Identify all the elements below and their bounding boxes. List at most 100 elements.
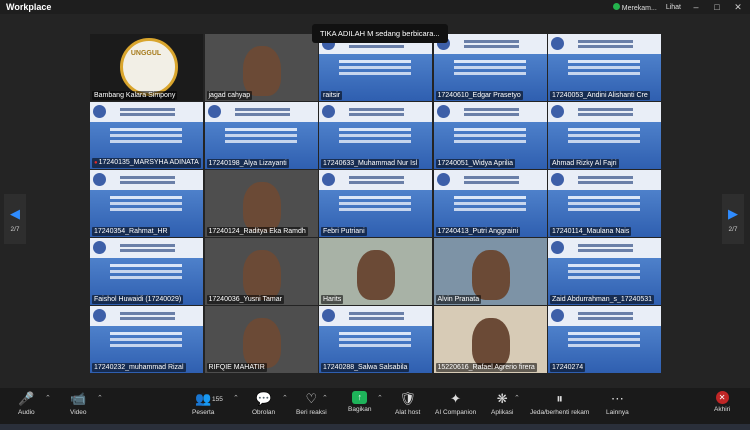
recording-dot-icon [612, 2, 620, 10]
participant-tile[interactable]: 17240288_Salwa Salsabila [319, 306, 432, 373]
participant-tile[interactable]: UNGGUL Bambang Kalara Simpony [90, 34, 203, 101]
participant-name-text: 17240124_Raditya Eka Ramdh [208, 228, 306, 235]
chevron-right-icon: ▶ [728, 205, 738, 221]
video-options-chevron-icon[interactable]: ⌃ [97, 394, 103, 402]
participant-tile[interactable]: 17240114_Maulana Nais [548, 170, 661, 237]
participant-tile[interactable]: 15220616_Rafael Agrerio firera [433, 306, 547, 373]
slide-text-lines [453, 60, 526, 63]
apps-options-chevron-icon[interactable]: ⌃ [514, 394, 520, 402]
next-page-button[interactable]: ▶ 2/7 [722, 194, 744, 244]
ai-companion-button[interactable]: ✦ AI Companion [435, 391, 476, 416]
host-tools-button[interactable]: 🛡 Alat host [395, 391, 420, 416]
participant-tile[interactable]: 17240274 [548, 306, 661, 373]
participant-name: 17240274 [550, 363, 586, 372]
participant-tile[interactable]: 17240610_Edgar Prasetyo [433, 34, 547, 101]
participants-options-chevron-icon[interactable]: ⌃ [233, 394, 239, 402]
slide-text-lines [568, 128, 640, 131]
participant-tile[interactable]: Faishol Huwaidi (17240029) [90, 238, 203, 305]
prev-page-button[interactable]: ◀ 2/7 [4, 194, 26, 244]
camera-icon: 📹 [70, 391, 87, 406]
ai-companion-label: AI Companion [435, 409, 477, 416]
chat-button[interactable]: 💬 Obrolan [252, 391, 275, 416]
participants-label: Peserta [192, 409, 215, 416]
end-meeting-button[interactable]: ✕ Akhiri [714, 391, 730, 413]
participant-video-figure [242, 250, 281, 300]
participant-name-text: jagad cahyap [208, 92, 251, 99]
slide-header [548, 170, 661, 190]
participant-tile[interactable]: 17240198_Alya Lizayanti [204, 102, 318, 169]
participant-tile[interactable]: 17240633_Muhammad Nur Isl [319, 102, 432, 169]
participant-tile[interactable]: Harits [319, 238, 432, 305]
participant-tile[interactable]: RIFQIE MAHATIR [204, 306, 318, 373]
participant-video-figure [471, 250, 510, 300]
participant-video-figure [242, 182, 281, 232]
slide-text-lines [568, 264, 640, 267]
share-label: Bagikan [348, 406, 372, 413]
slide-header [433, 102, 547, 122]
active-speaker-banner: TIKA ADILAH M sedang berbicara... [312, 24, 448, 43]
audio-options-chevron-icon[interactable]: ⌃ [45, 394, 51, 402]
slide-text-lines [339, 60, 411, 63]
participant-tile[interactable]: 17240036_Yusni Tamar [204, 238, 318, 305]
slide-text-lines [453, 128, 526, 131]
minimize-icon[interactable]: – [690, 2, 702, 12]
participant-name-text: 17240413_Putri Anggraini [437, 228, 519, 235]
apps-icon: ❋ [496, 391, 508, 406]
participant-name: Harits [321, 295, 344, 304]
participant-name-text: Harits [323, 296, 342, 303]
participants-button[interactable]: 👥 Peserta [192, 391, 214, 416]
participant-tile[interactable]: Febri Putriani [319, 170, 432, 237]
participant-name-text: 17240135_MARSYHA ADINATA [98, 159, 199, 166]
people-icon: 👥 [195, 391, 212, 406]
chat-options-chevron-icon[interactable]: ⌃ [282, 394, 288, 402]
participant-tile[interactable]: 17240051_Widya Aprilia [433, 102, 547, 169]
video-button[interactable]: 📹 Video [70, 391, 87, 416]
reactions-options-chevron-icon[interactable]: ⌃ [322, 394, 328, 402]
participant-name-text: Alvin Pranata [437, 296, 480, 303]
participant-tile[interactable]: 17240413_Putri Anggraini [433, 170, 547, 237]
participant-tile[interactable]: 17240053_Andini Alishanti Cre [548, 34, 661, 101]
participant-tile[interactable]: 17240232_muhammad Rizal [90, 306, 203, 373]
slide-header [90, 170, 203, 190]
pause-record-button[interactable]: ⏸ Jeda/berhenti rekam [530, 391, 589, 416]
slide-text-lines [568, 60, 640, 63]
participant-tile[interactable]: ●17240135_MARSYHA ADINATA [90, 102, 203, 169]
view-button[interactable]: Lihat [666, 4, 681, 11]
slide-text-lines [110, 332, 182, 335]
apps-button[interactable]: ❋ Aplikasi [491, 391, 513, 416]
share-options-chevron-icon[interactable]: ⌃ [377, 394, 383, 402]
participant-tile[interactable]: jagad cahyap [204, 34, 318, 101]
slide-text-lines [110, 128, 182, 131]
participant-name-text: 17240354_Rahmat_HR [94, 228, 168, 235]
audio-button[interactable]: 🎤 Audio [18, 391, 35, 416]
participant-name: Zaid Abdurrahman_s_17240531 [550, 295, 655, 304]
participant-tile[interactable]: Zaid Abdurrahman_s_17240531 [548, 238, 661, 305]
participant-tile[interactable]: 17240124_Raditya Eka Ramdh [204, 170, 318, 237]
apps-label: Aplikasi [491, 409, 514, 416]
participant-name-text: 17240633_Muhammad Nur Isl [323, 160, 418, 167]
participant-name-text: Zaid Abdurrahman_s_17240531 [552, 296, 653, 303]
participant-tile[interactable]: Alvin Pranata [433, 238, 547, 305]
slide-header [90, 102, 203, 122]
slide-header [433, 170, 547, 190]
participant-tile[interactable]: 17240354_Rahmat_HR [90, 170, 203, 237]
participant-tile[interactable]: Ahmad Rizky Al Fajri [548, 102, 661, 169]
slide-header [548, 238, 661, 258]
end-meeting-label: Akhiri [714, 406, 731, 413]
participant-name: jagad cahyap [206, 91, 253, 100]
participant-name: 17240114_Maulana Nais [550, 227, 632, 236]
close-icon[interactable]: ✕ [732, 2, 744, 13]
recording-indicator[interactable]: Merekam... [612, 2, 657, 12]
share-button[interactable]: ↑ Bagikan [348, 391, 372, 413]
participant-name-text: Faishol Huwaidi (17240029) [94, 296, 182, 303]
prev-page-label: 2/7 [10, 225, 20, 233]
maximize-icon[interactable]: □ [711, 2, 723, 12]
sparkle-icon: ✦ [450, 391, 462, 406]
participant-name: 15220616_Rafael Agrerio firera [435, 363, 537, 372]
participant-name: Bambang Kalara Simpony [92, 91, 178, 100]
participant-tile[interactable]: raitsir [319, 34, 432, 101]
participant-name: Alvin Pranata [435, 295, 482, 304]
participant-name-text: 17240053_Andini Alishanti Cre [552, 92, 648, 99]
more-button[interactable]: ⋯ Lainnya [606, 391, 629, 416]
title-bar: Workplace Merekam... Lihat – □ ✕ [0, 0, 750, 14]
